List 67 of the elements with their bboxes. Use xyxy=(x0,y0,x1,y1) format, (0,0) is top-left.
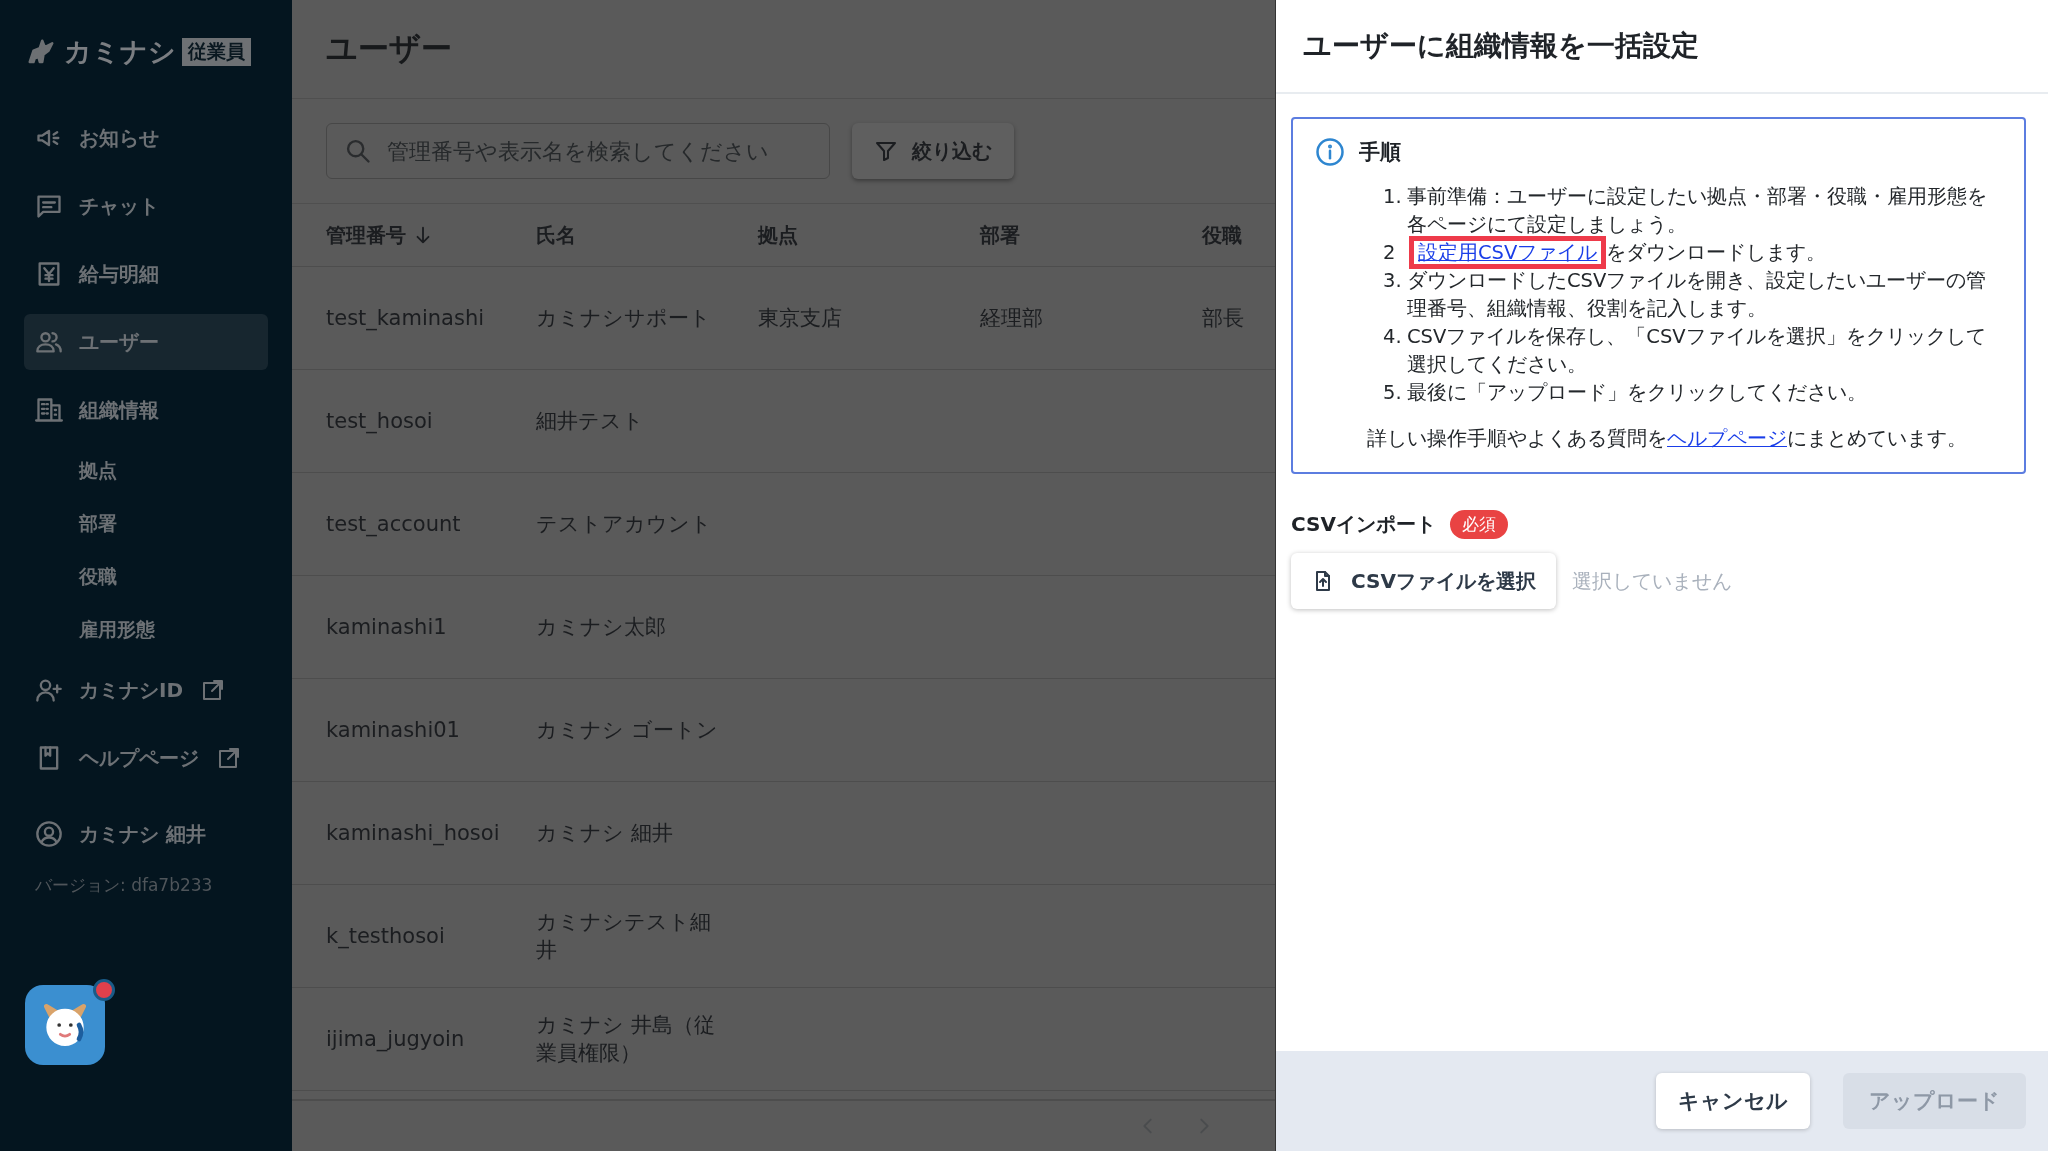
column-header[interactable]: 拠点 xyxy=(758,221,798,249)
table-cell-text: カミナシ 井島（従業員権限） xyxy=(536,1011,716,1067)
nav-item[interactable]: 給与明細 xyxy=(24,246,268,302)
help-page-link[interactable]: ヘルプページ xyxy=(1667,427,1787,450)
step-text: CSVファイルを保存し、「CSVファイルを選択」をクリックして選択してください。 xyxy=(1407,324,1987,378)
table-cell-text: カミナシテスト細井 xyxy=(536,908,712,964)
dialog-title: ユーザーに組織情報を一括設定 xyxy=(1303,28,1699,64)
required-badge: 必須 xyxy=(1449,510,1508,539)
step-text: 事前準備：ユーザーに設定したい拠点・部署・役職・雇用形態を各ページにて設定しましょう。 xyxy=(1407,184,1988,238)
table-cell-text: カミナシ太郎 xyxy=(536,613,666,641)
step-number: 2 xyxy=(1383,240,1397,266)
column-header[interactable]: 管理番号 xyxy=(326,221,434,249)
step-text: ダウンロードしたCSVファイルを開き、設定したいユーザーの管理番号、組織情報、役割を記入します。 xyxy=(1407,268,1988,322)
logo-text: カミナシ xyxy=(64,35,176,69)
column-header[interactable]: 役職 xyxy=(1202,221,1242,249)
nav-subitem[interactable]: 役職 xyxy=(24,550,125,603)
account-item[interactable]: カミナシ 細井 xyxy=(24,806,268,862)
table-cell-text: kaminashi_hosoi xyxy=(326,819,500,848)
table-cell-text: カミナシ ゴートン xyxy=(536,716,718,744)
file-status-text: 選択していません xyxy=(1571,567,1732,595)
page-title: ユーザー xyxy=(326,29,452,68)
table-cell-text: 部長 xyxy=(1202,304,1244,332)
table-cell-text: kaminashi01 xyxy=(326,716,460,744)
user-circle-icon xyxy=(35,820,63,848)
nav-subitem[interactable]: 拠点 xyxy=(24,444,125,497)
table-cell-text: カミナシサポート xyxy=(536,304,711,332)
select-file-button[interactable]: CSVファイルを選択 xyxy=(1291,553,1556,609)
step-number: 1. xyxy=(1383,184,1403,210)
nav-item[interactable]: カミナシID xyxy=(24,662,268,718)
cancel-button[interactable]: キャンセル xyxy=(1656,1073,1810,1129)
nav-item[interactable]: ユーザー xyxy=(24,314,268,370)
nav-item[interactable]: 組織情報 xyxy=(24,382,268,438)
column-header[interactable]: 部署 xyxy=(980,221,1020,249)
table-cell-text: カミナシ 細井 xyxy=(536,819,673,847)
table-cell-text: 東京支店 xyxy=(758,304,842,332)
info-heading: 手順 xyxy=(1359,139,1401,166)
table-cell-text: k_testhosoi xyxy=(326,922,445,951)
table-cell-text: test_kaminashi xyxy=(326,304,485,333)
step-text: 最後に「アップロード」をクリックしてください。 xyxy=(1407,380,1868,406)
nav-item[interactable]: ヘルプページ xyxy=(24,730,268,786)
field-label: CSVインポート xyxy=(1291,511,1436,538)
chat-bot-button[interactable] xyxy=(25,985,105,1065)
funnel-icon xyxy=(874,139,898,163)
filter-button[interactable]: 絞り込む xyxy=(852,123,1014,179)
help-note: 詳しい操作手順やよくある質問をヘルプページにまとめています。 xyxy=(1367,426,1968,452)
building-icon xyxy=(35,396,63,424)
version-text: バージョン: dfa7b233 xyxy=(34,874,213,897)
search-icon xyxy=(344,137,372,165)
nav-item[interactable]: お知らせ xyxy=(24,110,268,166)
table-cell-text: ijima_jugyoin xyxy=(326,1025,465,1054)
step-number: 3. xyxy=(1383,268,1403,294)
table-cell-text: test_hosoi xyxy=(326,407,433,436)
step-number: 5. xyxy=(1383,380,1403,406)
table-cell-text: 細井テスト xyxy=(536,407,644,435)
table-cell-text: 経理部 xyxy=(980,304,1043,332)
download-link[interactable]: 設定用CSVファイル xyxy=(1418,241,1598,264)
column-header[interactable]: 氏名 xyxy=(536,221,576,249)
nav-item[interactable]: チャット xyxy=(24,178,268,234)
step-text: 設定用CSVファイル をダウンロードします。 xyxy=(1407,239,2002,267)
info-icon xyxy=(1315,137,1345,167)
nav-subitem[interactable]: 雇用形態 xyxy=(24,603,163,656)
nav-subitem[interactable]: 部署 xyxy=(24,497,125,550)
logo-badge: 従業員 xyxy=(182,38,251,66)
table-cell-text: kaminashi1 xyxy=(326,613,447,641)
table-cell-text: test_account xyxy=(326,510,461,539)
step-number: 4. xyxy=(1383,324,1403,350)
table-cell-text: テストアカウント xyxy=(536,510,712,538)
